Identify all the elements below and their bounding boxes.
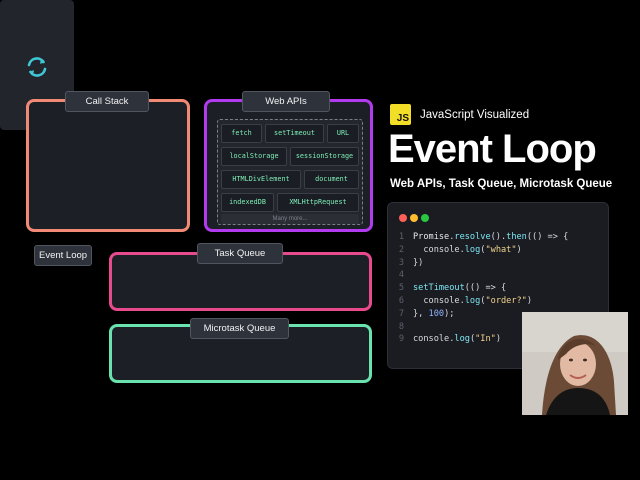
event-loop-label: Event Loop — [34, 245, 92, 266]
api-localstorage: localStorage — [221, 147, 287, 166]
code-token: "order?" — [485, 295, 527, 306]
brand-label: JavaScript Visualized — [420, 108, 530, 121]
api-settimeout: setTimeout — [265, 124, 324, 143]
presenter-photo — [522, 312, 628, 415]
api-sessionstorage: sessionStorage — [290, 147, 359, 166]
brand: JS JavaScript Visualized — [390, 104, 529, 125]
call-stack-panel — [26, 99, 190, 232]
line-number: 1 — [398, 232, 404, 242]
code-token: 100 — [428, 308, 445, 319]
code-token: (() => { — [464, 283, 507, 294]
api-fetch: fetch — [221, 124, 262, 143]
code-line-3: 3}) — [388, 257, 568, 270]
code-token: (). — [490, 232, 507, 242]
refresh-cycle-icon — [27, 57, 47, 77]
code-token: resolve — [454, 232, 491, 242]
code-token: ); — [444, 308, 455, 319]
line-number: 2 — [398, 244, 404, 255]
code-line-6: 6 console.log("order?") — [388, 295, 568, 308]
task-queue-label: Task Queue — [197, 243, 283, 264]
line-number: 4 — [398, 270, 404, 281]
call-stack-label: Call Stack — [65, 91, 149, 112]
code-token: log — [454, 334, 470, 345]
line-number: 6 — [398, 295, 404, 306]
code-line-1: 1 Promise.resolve().then(() => { — [388, 231, 568, 244]
code-token: ) — [526, 295, 533, 306]
code-token: then — [506, 232, 527, 242]
api-url: URL — [327, 124, 359, 143]
code-token: Promise — [413, 232, 450, 242]
window-minimize-dot-icon — [410, 214, 418, 222]
code-line-4: 4 — [388, 269, 568, 282]
api-document: document — [304, 170, 359, 189]
presenter-webcam — [522, 312, 628, 415]
code-token: ) — [495, 334, 502, 345]
code-token: console. — [413, 295, 465, 306]
api-htmldivelement: HTMLDivElement — [221, 170, 301, 189]
code-token: }, — [413, 308, 429, 319]
api-many-more: Many more... — [221, 214, 359, 224]
line-number: 9 — [398, 334, 404, 345]
web-apis-panel: fetch setTimeout URL localStorage sessio… — [204, 99, 373, 232]
code-token: setTimeout — [413, 283, 465, 294]
js-logo-icon: JS — [390, 104, 411, 125]
line-number: 5 — [398, 283, 404, 294]
code-token: "what" — [485, 244, 517, 255]
code-token: log — [464, 244, 481, 255]
page-title: Event Loop — [388, 127, 597, 171]
page-subtitle: Web APIs, Task Queue, Microtask Queue — [390, 178, 613, 190]
api-xmlhttprequest: XMLHttpRequest — [277, 193, 359, 212]
web-apis-label: Web APIs — [242, 91, 330, 112]
code-token: ) — [516, 244, 522, 255]
code-token: console. — [413, 334, 455, 345]
window-close-dot-icon — [399, 214, 407, 222]
line-number: 8 — [398, 321, 404, 332]
code-token: (() => { — [526, 232, 569, 242]
window-maximize-dot-icon — [421, 214, 429, 222]
line-number: 3 — [398, 257, 404, 268]
code-line-2: 2 console.log("what") — [388, 244, 568, 257]
code-token: }) — [413, 257, 424, 268]
api-indexeddb: indexedDB — [221, 193, 274, 212]
code-token: log — [464, 295, 481, 306]
code-token: "In" — [475, 334, 496, 345]
line-number: 7 — [398, 308, 404, 319]
code-token: console. — [413, 244, 465, 255]
code-line-5: 5 setTimeout(() => { — [388, 282, 568, 295]
microtask-queue-label: Microtask Queue — [190, 318, 289, 339]
web-apis-list: fetch setTimeout URL localStorage sessio… — [217, 119, 363, 225]
